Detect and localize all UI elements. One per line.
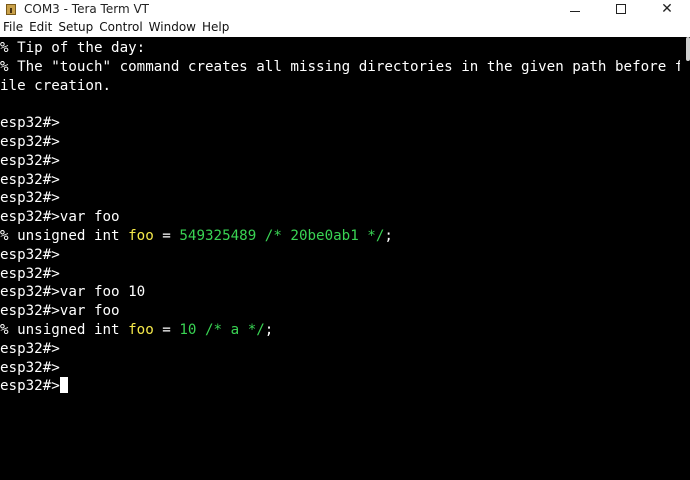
terminal-text: esp32#> [0,246,60,263]
terminal-highlight: foo [128,227,154,244]
terminal-highlight: 549325489 /* 20be0ab1 */ [179,227,385,244]
window-title: COM3 - Tera Term VT [24,2,149,16]
terminal-text: esp32#> [0,190,60,207]
terminal-text: esp32#>var foo [0,209,120,226]
terminal-line: esp32#> [0,377,680,396]
terminal-line: % Tip of the day: [0,39,680,58]
terminal-line: esp32#>var foo [0,302,680,321]
terminal-line: esp32#> [0,340,680,359]
menu-edit[interactable]: Edit [26,18,55,37]
terminal-text: ; [384,227,393,244]
terminal-text: % unsigned int [0,227,129,244]
terminal-text: esp32#> [0,378,60,395]
close-button[interactable]: ✕ [644,0,690,18]
terminal-text: esp32#> [0,340,60,357]
menu-setup[interactable]: Setup [55,18,96,37]
terminal-window[interactable]: % Tip of the day: % The "touch" command c… [0,37,690,480]
terminal-line: esp32#> [0,359,680,378]
close-icon: ✕ [661,1,673,17]
terminal-text: ile creation. [0,77,112,94]
terminal-text: ; [264,321,274,338]
terminal-line: ile creation. [0,77,680,96]
menu-window[interactable]: Window [146,18,199,37]
maximize-button[interactable] [598,0,644,18]
terminal-text: esp32#> [0,115,60,132]
terminal-text: % unsigned int [0,321,129,338]
terminal-text: = [153,227,180,244]
terminal-text: esp32#> [0,171,60,188]
terminal-line: esp32#> [0,265,680,284]
menu-help[interactable]: Help [199,18,232,37]
terminal-text: esp32#> [0,133,60,150]
menu-bar: File Edit Setup Control Window Help [0,18,690,37]
terminal-line: esp32#>var foo 10 [0,283,680,302]
terminal-highlight: 10 /* a */ [179,321,265,338]
minimize-icon [570,10,580,12]
terminal-output: % Tip of the day: % The "touch" command c… [0,39,684,396]
terminal-line: esp32#> [0,246,680,265]
terminal-line: % unsigned int foo = 549325489 /* 20be0a… [0,227,680,246]
terminal-highlight: foo [128,321,154,338]
window-controls: ✕ [552,0,690,18]
terminal-line: esp32#> [0,133,680,152]
menu-control[interactable]: Control [96,18,145,37]
terminal-line: % unsigned int foo = 10 /* a */; [0,321,680,340]
terminal-line: esp32#>var foo [0,208,680,227]
terminal-text: = [153,321,180,338]
vertical-scrollbar[interactable] [680,37,690,480]
scrollbar-thumb[interactable] [686,37,690,61]
terminal-text: esp32#>var foo [0,303,120,320]
terminal-line: esp32#> [0,114,680,133]
terminal-text: % Tip of the day: [0,40,146,56]
terminal-line: % The "touch" command creates all missin… [0,58,684,77]
tera-term-app-icon[interactable] [4,3,18,16]
title-bar[interactable]: COM3 - Tera Term VT ✕ [0,0,690,18]
terminal-text: esp32#> [0,152,60,169]
terminal-line: esp32#> [0,189,680,208]
text-cursor [59,377,68,394]
terminal-text: esp32#> [0,359,60,376]
terminal-text: % The "touch" command creates all missin… [0,58,684,75]
maximize-icon [616,4,626,14]
terminal-text: esp32#>var foo 10 [0,284,146,301]
menu-file[interactable]: File [0,18,26,37]
terminal-line: esp32#> [0,171,680,190]
terminal-line: esp32#> [0,152,680,171]
minimize-button[interactable] [552,0,598,18]
terminal-text: esp32#> [0,265,60,282]
